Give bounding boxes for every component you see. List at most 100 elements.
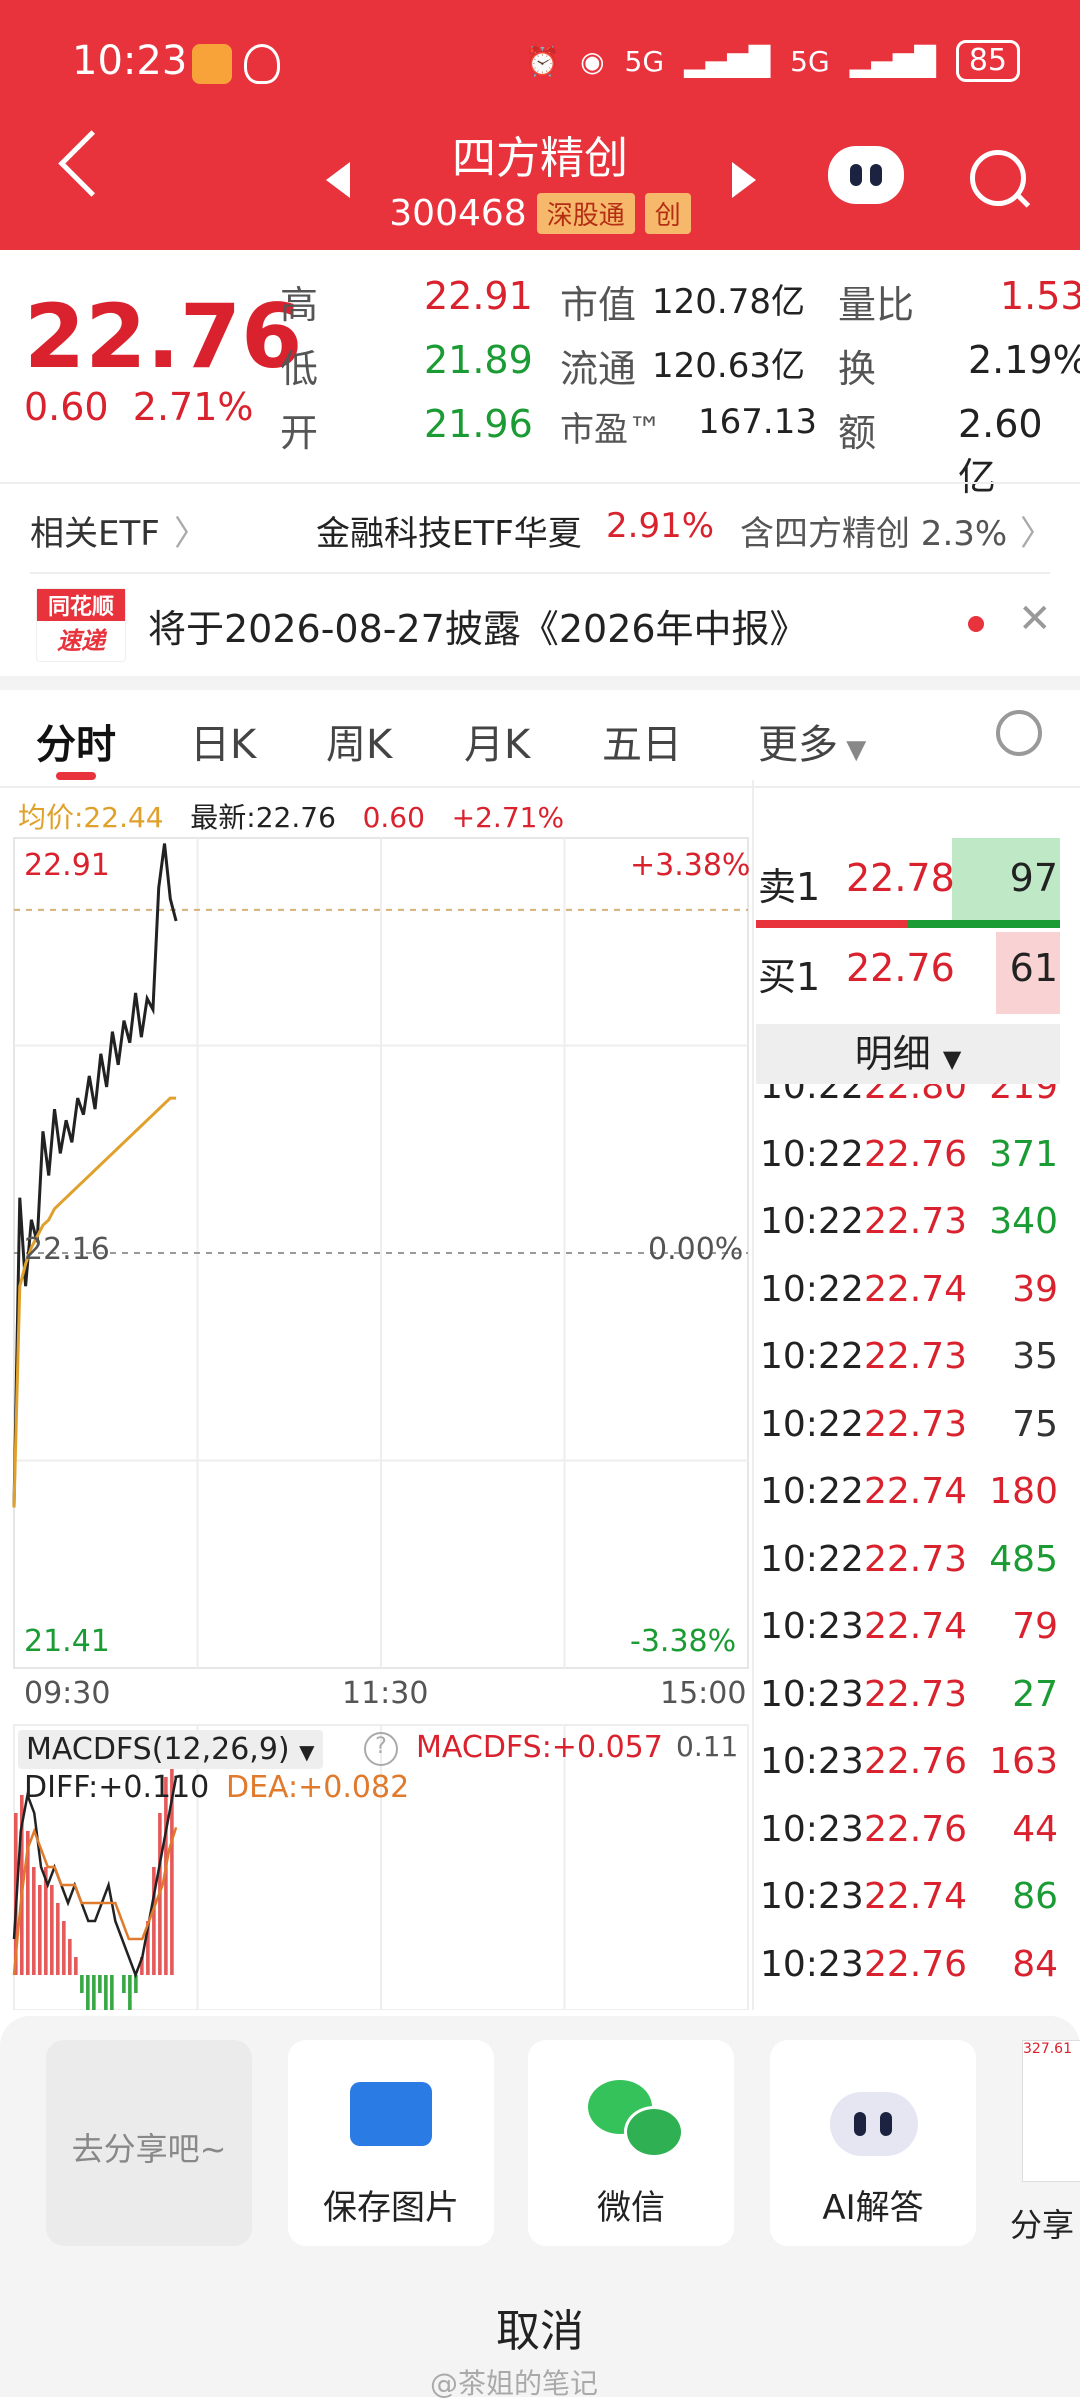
tick-volume: 371 xyxy=(989,1133,1058,1175)
divider xyxy=(0,482,1080,484)
status-time: 10:23 xyxy=(72,38,188,84)
tick-volume: 44 xyxy=(1012,1808,1058,1850)
open-value: 21.96 xyxy=(424,402,533,446)
search-icon[interactable] xyxy=(970,150,1026,206)
tick-price: 22.76 xyxy=(864,1808,968,1850)
share-placeholder-text: 去分享吧~ xyxy=(71,2130,227,2168)
float-value: 120.63亿 xyxy=(652,346,805,386)
signal-5g-a: 5G xyxy=(624,44,665,78)
tick-time: 10:22 xyxy=(760,1268,864,1310)
tick-time: 10:22 xyxy=(760,1471,864,1512)
tick-price: 22.73 xyxy=(864,1403,968,1445)
detail-toggle[interactable]: 明细 ▼ xyxy=(756,1024,1060,1084)
tab-five-day[interactable]: 五日 xyxy=(602,712,682,770)
sell-price: 22.78 xyxy=(846,856,955,900)
tick-row: 10:23 22.76 44 xyxy=(0,1809,1080,1869)
tick-row: 10:23 22.73 27 xyxy=(0,1674,1080,1734)
sell-label: 卖1 xyxy=(758,865,821,909)
wechat-icon-2 xyxy=(624,2106,684,2158)
tick-volume: 180 xyxy=(989,1471,1058,1512)
tick-time: 10:23 xyxy=(760,1741,864,1782)
amount-value: 2.60亿 xyxy=(958,402,1043,499)
low-label: 低 xyxy=(280,347,319,391)
ratio-red xyxy=(756,920,908,928)
pe-value: 167.13 xyxy=(698,402,817,442)
tick-time: 10:22 xyxy=(760,1201,864,1242)
stock-name: 四方精创 xyxy=(452,133,628,184)
buy-label: 买1 xyxy=(758,955,821,999)
settings-hex-icon[interactable] xyxy=(996,710,1042,756)
tick-volume: 163 xyxy=(989,1741,1058,1782)
caret-down-icon-3: ▼ xyxy=(942,1045,962,1073)
tick-time: 10:23 xyxy=(760,1876,864,1917)
tick-time: 10:22 xyxy=(760,1133,864,1175)
tick-row: 10:22 22.74 39 xyxy=(0,1269,1080,1329)
alarm-icon: ⏰ xyxy=(525,44,561,78)
etf-contain: 含四方精创 2.3% xyxy=(740,514,1008,554)
tick-time: 10:22 xyxy=(760,1084,864,1107)
etf-label[interactable]: 相关ETF xyxy=(30,506,160,555)
tick-volume: 75 xyxy=(1012,1403,1058,1445)
tick-time: 10:23 xyxy=(760,1673,864,1715)
tick-time: 10:22 xyxy=(760,1538,864,1580)
chevron-right-icon-2: 〉 xyxy=(1020,514,1054,554)
turnover-value: 2.19% xyxy=(968,338,1080,382)
wechat-label: 微信 xyxy=(597,2188,665,2228)
signal-bars-icon: ▂▄▆█ xyxy=(684,44,771,78)
chevron-right-icon: 〉 xyxy=(174,514,208,554)
tab-month-k[interactable]: 月K xyxy=(464,712,530,770)
hotspot-icon: ◉ xyxy=(580,44,605,78)
open-label: 开 xyxy=(280,411,319,455)
tick-price: 22.73 xyxy=(864,1673,968,1715)
caret-down-icon: ▼ xyxy=(838,735,867,765)
mktcap-label: 市值 xyxy=(560,283,637,327)
tick-volume: 27 xyxy=(1012,1673,1058,1715)
etf-name[interactable]: 金融科技ETF华夏 xyxy=(316,506,582,555)
tick-price: 22.76 xyxy=(864,1133,968,1175)
tick-volume: 79 xyxy=(1012,1606,1058,1647)
tab-day-k[interactable]: 日K xyxy=(190,712,256,770)
share-more-label: 分享 xyxy=(1010,2206,1075,2244)
tab-intraday[interactable]: 分时 xyxy=(36,712,116,770)
tab-week-k[interactable]: 周K xyxy=(326,712,392,770)
watermark-text: @茶姐的笔记 xyxy=(430,2367,599,2400)
buy-price: 22.76 xyxy=(846,946,955,990)
tick-row: 10:22 22.73 340 xyxy=(0,1201,1080,1261)
tick-price: 22.76 xyxy=(864,1741,968,1782)
stock-code: 300468 xyxy=(389,193,527,234)
tick-list[interactable]: 10:22 22.80 219 10:22 22.76 371 10:22 22.73 340 1… xyxy=(0,1084,1080,2004)
tick-row: 10:22 22.80 219 xyxy=(0,1084,1080,1126)
volratio-value: 1.53 xyxy=(1000,274,1080,318)
mktcap-value: 120.78亿 xyxy=(652,282,805,322)
save-image-icon xyxy=(350,2082,432,2146)
battery-indicator: 85 xyxy=(955,40,1020,82)
tick-row: 10:22 22.76 371 xyxy=(0,1134,1080,1194)
tick-row: 10:23 22.74 86 xyxy=(0,1876,1080,1936)
tick-row: 10:22 22.74 180 xyxy=(0,1471,1080,1531)
shield-icon xyxy=(244,44,280,84)
close-icon[interactable]: ✕ xyxy=(1018,596,1052,642)
tab-more[interactable]: 更多 ▼ xyxy=(758,712,866,770)
unread-dot xyxy=(968,616,984,632)
tick-row: 10:22 22.73 35 xyxy=(0,1336,1080,1396)
cancel-button[interactable]: 取消 xyxy=(0,2295,1080,2359)
status-right: ⏰ ◉ 5G ▂▄▆█ 5G ▂▄▆█ 85 xyxy=(525,40,1020,82)
y-right-high: +3.38% xyxy=(630,848,751,883)
tab-underline xyxy=(56,772,96,780)
tick-volume: 340 xyxy=(989,1201,1058,1242)
volratio-label: 量比 xyxy=(838,283,915,327)
high-value: 22.91 xyxy=(424,274,533,318)
ratio-green xyxy=(908,920,1060,928)
buy-volume: 61 xyxy=(1009,946,1058,990)
tick-price: 22.73 xyxy=(864,1201,968,1242)
notice-text: 将于2026-08-27披露《2026年中报》 xyxy=(148,607,808,651)
ai-robot-icon[interactable] xyxy=(828,146,904,204)
tick-price: 22.73 xyxy=(864,1336,968,1377)
tick-volume: 86 xyxy=(1012,1876,1058,1917)
share-preview-thumb[interactable]: 327.61 xyxy=(1022,2040,1080,2182)
vertical-divider xyxy=(752,780,754,2010)
high-label: 高 xyxy=(280,283,319,327)
divider-2 xyxy=(30,572,1050,574)
board-tag: 创 xyxy=(644,193,691,234)
tick-price: 22.76 xyxy=(864,1943,968,1985)
